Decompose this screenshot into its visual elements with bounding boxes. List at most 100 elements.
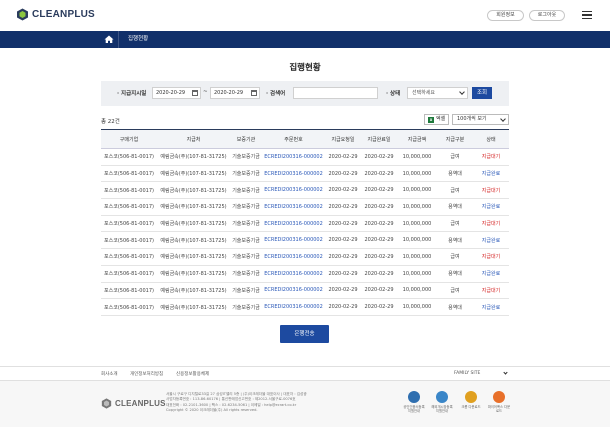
column-header: 상태	[473, 129, 509, 149]
table-cell: 기술보증기금	[230, 165, 262, 183]
table-header-row: 구매기업 지급처 보증기관 주문번호 지급요청일 지급완료일 지급금액 지급구분 상태	[101, 129, 509, 149]
certificate-icon	[408, 391, 420, 403]
table-cell: 급여	[437, 181, 473, 200]
cert-link[interactable]: 크롬 다운로드	[459, 391, 483, 409]
menu-icon[interactable]	[582, 11, 592, 19]
table-cell: 예림금속(주)(107-81-31725)	[157, 148, 230, 166]
table-cell: 10,000,000	[397, 298, 437, 316]
table-cell: 2020-02-29	[325, 181, 361, 200]
table-cell: 용역대	[437, 298, 473, 316]
keyword-input[interactable]	[293, 87, 378, 99]
table-cell[interactable]: ECREDI200316-000002	[262, 248, 325, 266]
footer-brand-name: CLEANPLUS	[115, 399, 166, 408]
member-info-button[interactable]: 회원정보	[487, 10, 524, 21]
table-cell[interactable]: ECREDI200316-000002	[262, 231, 325, 250]
search-button[interactable]: 조회	[472, 87, 492, 99]
date-to-value: 2020-20-29	[214, 90, 244, 96]
table-cell: 지급완료	[473, 265, 509, 283]
per-page-select[interactable]: 100개씩 보기	[452, 114, 509, 125]
table-cell: 지급완료	[473, 165, 509, 183]
table-cell[interactable]: ECREDI200316-000002	[262, 165, 325, 183]
table-cell: 기술보증기금	[230, 298, 262, 316]
table-cell: 10,000,000	[397, 231, 437, 250]
family-site-select[interactable]: FAMILY SITE	[454, 369, 511, 379]
table-cell: 2020-02-29	[361, 198, 397, 216]
table-cell: 10,000,000	[397, 265, 437, 283]
date-from-field[interactable]: 2020-20-29	[152, 87, 201, 99]
table-cell[interactable]: ECREDI200316-000002	[262, 282, 325, 300]
logout-button[interactable]: 로그아웃	[529, 10, 565, 21]
bank-transfer-button[interactable]: 은행전송	[280, 325, 329, 343]
table-row[interactable]: 포스코(506-81-0017) 예림금속(주)(107-81-31725) 기술보…	[101, 265, 509, 283]
firefox-icon	[493, 391, 505, 403]
brand-logo[interactable]: CLEANPLUS	[16, 8, 95, 21]
calendar-icon[interactable]	[192, 90, 198, 96]
table-cell: 2020-02-29	[325, 215, 361, 233]
date-label: · 지급지시일	[117, 91, 147, 97]
table-cell: 포스코(506-81-0017)	[101, 231, 157, 250]
table-row[interactable]: 포스코(506-81-0017) 예림금속(주)(107-81-31725) 기술보…	[101, 165, 509, 183]
home-icon	[104, 35, 114, 43]
table-cell: 포스코(506-81-0017)	[101, 148, 157, 166]
table-cell[interactable]: ECREDI200316-000002	[262, 198, 325, 216]
per-page-value: 100개씩 보기	[457, 116, 487, 122]
table-cell: 2020-02-29	[325, 248, 361, 266]
table-cell[interactable]: ECREDI200316-000002	[262, 298, 325, 316]
table-row[interactable]: 포스코(506-81-0017) 예림금속(주)(107-81-31725) 기술보…	[101, 298, 509, 316]
table-cell: 2020-02-29	[325, 165, 361, 183]
top-header: CLEANPLUS 회원정보 로그아웃	[0, 0, 610, 31]
table-row[interactable]: 포스코(506-81-0017) 예림금속(주)(107-81-31725) 기술보…	[101, 231, 509, 250]
table-cell: 2020-02-29	[361, 165, 397, 183]
excel-download-button[interactable]: x 엑셀	[424, 114, 449, 125]
chevron-down-icon	[459, 89, 465, 95]
table-cell: 지급대기	[473, 215, 509, 233]
table-cell: 2020-02-29	[325, 282, 361, 300]
table-cell[interactable]: ECREDI200316-000002	[262, 181, 325, 200]
table-cell: 포스코(506-81-0017)	[101, 198, 157, 216]
table-cell: 지급완료	[473, 231, 509, 250]
table-cell: 10,000,000	[397, 165, 437, 183]
column-header: 보증기관	[230, 129, 262, 149]
cert-link[interactable]: 파이어폭스 다운로드	[487, 391, 511, 413]
table-cell: 기술보증기금	[230, 265, 262, 283]
status-select[interactable]: 선택하세요	[407, 87, 468, 99]
table-cell: 10,000,000	[397, 198, 437, 216]
footer-link-about[interactable]: 회사소개	[101, 371, 118, 377]
table-cell: 2020-02-29	[361, 265, 397, 283]
chrome-icon	[465, 391, 477, 403]
column-header: 지급처	[157, 129, 230, 149]
table-cell[interactable]: ECREDI200316-000002	[262, 148, 325, 166]
table-cell: 2020-02-29	[325, 265, 361, 283]
table-cell: 용역대	[437, 231, 473, 250]
home-button[interactable]	[99, 31, 119, 48]
date-from-value: 2020-20-29	[156, 90, 186, 96]
table-row[interactable]: 포스코(506-81-0017) 예림금속(주)(107-81-31725) 기술보…	[101, 181, 509, 200]
copyright: Copyright © 2020 이크레더블(주) All rights res…	[166, 408, 258, 413]
table-cell: 예림금속(주)(107-81-31725)	[157, 282, 230, 300]
table-cell: 기술보증기금	[230, 215, 262, 233]
column-header: 지급금액	[397, 129, 437, 149]
brand-name: CLEANPLUS	[32, 9, 95, 20]
date-to-field[interactable]: 2020-20-29	[210, 87, 260, 99]
table-row[interactable]: 포스코(506-81-0017) 예림금속(주)(107-81-31725) 기술보…	[101, 198, 509, 216]
footer-link-credit-info[interactable]: 신용정보활용체제	[176, 371, 209, 377]
footer-link-privacy[interactable]: 개인정보처리방침	[130, 371, 163, 377]
table-cell[interactable]: ECREDI200316-000002	[262, 265, 325, 283]
table-body: 포스코(506-81-0017) 예림금속(주)(107-81-31725) 기술보…	[101, 148, 509, 316]
table-cell: 용역대	[437, 198, 473, 216]
table-row[interactable]: 포스코(506-81-0017) 예림금속(주)(107-81-31725) 기술보…	[101, 215, 509, 233]
calendar-icon[interactable]	[251, 90, 257, 96]
table-cell: 2020-02-29	[361, 181, 397, 200]
table-row[interactable]: 포스코(506-81-0017) 예림금속(주)(107-81-31725) 기술보…	[101, 248, 509, 266]
logo-icon	[101, 398, 112, 409]
table-cell: 예림금속(주)(107-81-31725)	[157, 181, 230, 200]
table-row[interactable]: 포스코(506-81-0017) 예림금속(주)(107-81-31725) 기술보…	[101, 282, 509, 300]
nav-bar	[0, 31, 610, 48]
table-row[interactable]: 포스코(506-81-0017) 예림금속(주)(107-81-31725) 기술보…	[101, 148, 509, 166]
cert-link[interactable]: 공인인증서등록 지원안내	[402, 391, 426, 413]
table-cell[interactable]: ECREDI200316-000002	[262, 215, 325, 233]
table-cell: 2020-02-29	[325, 198, 361, 216]
column-header: 주문번호	[262, 129, 325, 149]
status-label: · 상태	[386, 91, 401, 97]
cert-link[interactable]: 해외개시장등록 지원안내	[430, 391, 454, 413]
